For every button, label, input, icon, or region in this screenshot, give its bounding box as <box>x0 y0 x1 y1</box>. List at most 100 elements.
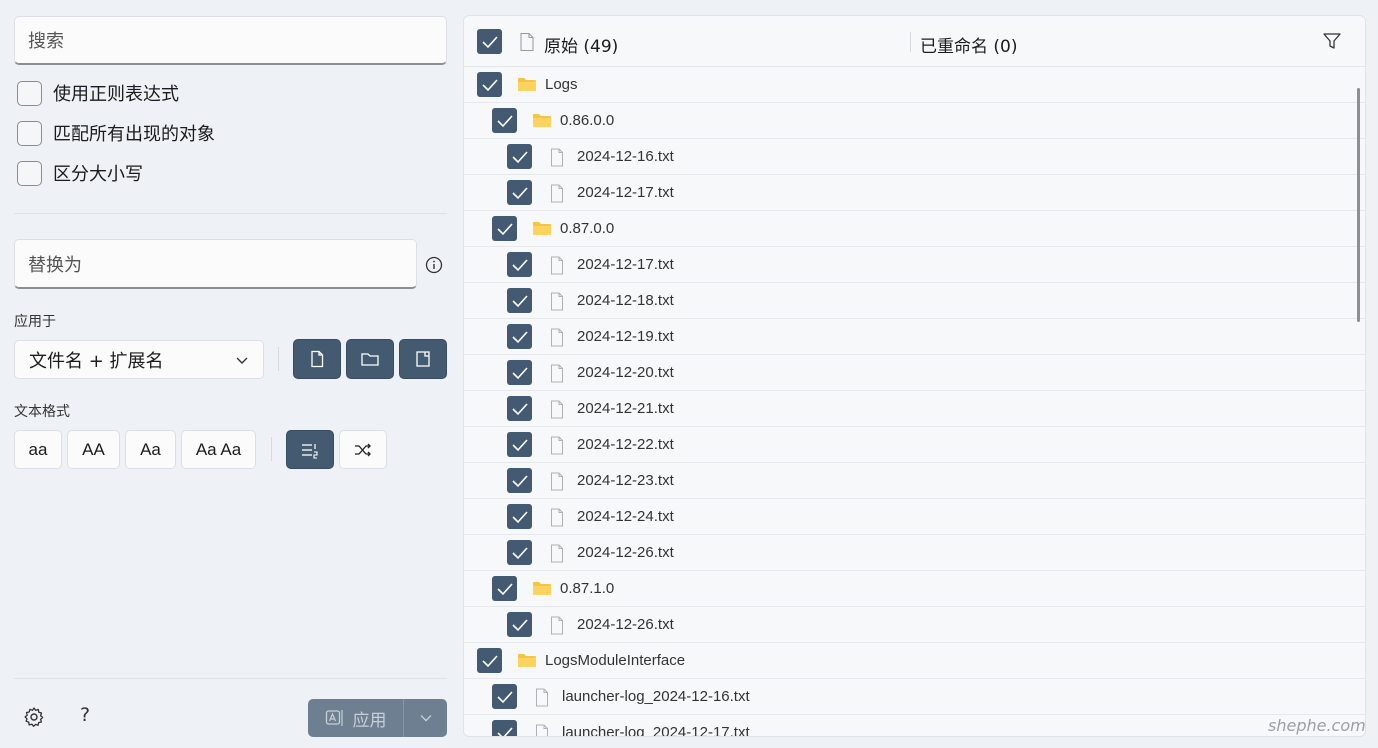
folder-icon <box>532 220 552 241</box>
text-format-label: 文本格式 <box>14 404 70 420</box>
row-checkbox[interactable] <box>507 324 532 349</box>
row-name: 2024-12-17.txt <box>577 256 674 273</box>
gear-icon[interactable] <box>23 706 45 728</box>
checkmark-icon <box>496 114 513 127</box>
file-row[interactable]: 2024-12-22.txt <box>464 427 1365 463</box>
row-checkbox[interactable] <box>477 72 502 97</box>
watermark: shephe.com <box>1268 716 1366 735</box>
search-input[interactable]: 搜索 <box>14 16 447 65</box>
sentence-case-button[interactable]: Aa <box>125 430 176 469</box>
file-row[interactable]: 2024-12-24.txt <box>464 499 1365 535</box>
checkmark-icon <box>511 438 528 451</box>
checkmark-icon <box>511 510 528 523</box>
option-case-sensitive[interactable]: 区分大小写 <box>17 160 143 186</box>
row-name: 0.87.0.0 <box>560 220 615 237</box>
file-row[interactable]: launcher-log_2024-12-17.txt <box>464 715 1365 736</box>
filter-icon[interactable] <box>1322 31 1342 51</box>
row-checkbox[interactable] <box>477 648 502 673</box>
file-row[interactable]: launcher-log_2024-12-16.txt <box>464 679 1365 715</box>
match-all-label: 匹配所有出现的对象 <box>53 124 215 145</box>
file-icon <box>550 184 564 208</box>
row-checkbox[interactable] <box>507 432 532 457</box>
row-name: 2024-12-23.txt <box>577 472 674 489</box>
title-case-button[interactable]: Aa Aa <box>181 430 256 469</box>
folder-row[interactable]: 0.87.1.0 <box>464 571 1365 607</box>
row-checkbox[interactable] <box>507 396 532 421</box>
file-row[interactable]: 2024-12-26.txt <box>464 535 1365 571</box>
checkmark-icon <box>511 618 528 631</box>
row-checkbox[interactable] <box>507 288 532 313</box>
row-checkbox[interactable] <box>507 252 532 277</box>
folder-icon <box>361 353 379 366</box>
apply-to-select[interactable]: 文件名 + 扩展名 <box>14 340 264 379</box>
file-icon <box>550 256 564 280</box>
match-all-checkbox[interactable] <box>17 120 42 146</box>
rename-icon <box>325 710 343 726</box>
separator <box>278 347 279 371</box>
randomize-button[interactable] <box>339 430 387 469</box>
file-scope-button[interactable] <box>293 339 341 379</box>
folder-row[interactable]: 0.87.0.0 <box>464 211 1365 247</box>
row-checkbox[interactable] <box>507 468 532 493</box>
row-checkbox[interactable] <box>507 504 532 529</box>
file-icon <box>550 436 564 460</box>
enumerate-button[interactable] <box>286 430 334 469</box>
file-row[interactable]: 2024-12-16.txt <box>464 139 1365 175</box>
folder-row[interactable]: Logs <box>464 67 1365 103</box>
scrollbar[interactable] <box>1357 88 1360 322</box>
file-row[interactable]: 2024-12-17.txt <box>464 175 1365 211</box>
checkmark-icon <box>511 366 528 379</box>
list-header: 原始 (49) 已重命名 (0) <box>464 16 1365 67</box>
file-row[interactable]: 2024-12-21.txt <box>464 391 1365 427</box>
replace-input[interactable]: 替换为 <box>14 239 417 289</box>
folder-icon <box>532 112 552 133</box>
row-checkbox[interactable] <box>492 216 517 241</box>
row-name: 2024-12-16.txt <box>577 148 674 165</box>
checkmark-icon <box>511 546 528 559</box>
original-column-header[interactable]: 原始 (49) <box>544 32 618 57</box>
subfolder-scope-button[interactable] <box>399 339 447 379</box>
select-all-checkbox[interactable] <box>477 29 502 54</box>
row-checkbox[interactable] <box>507 612 532 637</box>
folder-scope-button[interactable] <box>346 339 394 379</box>
help-icon[interactable]: ? <box>80 704 90 726</box>
checkmark-icon <box>511 150 528 163</box>
apply-dropdown-button[interactable] <box>404 699 447 737</box>
row-name: 0.87.1.0 <box>560 580 615 597</box>
row-checkbox[interactable] <box>492 684 517 709</box>
file-row[interactable]: 2024-12-19.txt <box>464 319 1365 355</box>
row-name: 0.86.0.0 <box>560 112 615 129</box>
option-match-all[interactable]: 匹配所有出现的对象 <box>17 120 215 146</box>
row-name: 2024-12-20.txt <box>577 364 674 381</box>
row-checkbox[interactable] <box>492 576 517 601</box>
regex-checkbox[interactable] <box>17 80 42 106</box>
folder-row[interactable]: 0.86.0.0 <box>464 103 1365 139</box>
info-icon[interactable] <box>425 256 443 274</box>
chevron-down-icon <box>236 357 248 364</box>
row-checkbox[interactable] <box>507 180 532 205</box>
file-icon <box>550 400 564 424</box>
file-row[interactable]: 2024-12-26.txt <box>464 607 1365 643</box>
uppercase-button[interactable]: AA <box>67 430 120 469</box>
row-name: 2024-12-18.txt <box>577 292 674 309</box>
row-checkbox[interactable] <box>492 720 517 736</box>
folder-row[interactable]: LogsModuleInterface <box>464 643 1365 679</box>
lowercase-button[interactable]: aa <box>14 430 62 469</box>
renamed-column-header[interactable]: 已重命名 (0) <box>920 32 1017 57</box>
apply-main-button[interactable]: 应用 <box>308 699 403 737</box>
option-regex[interactable]: 使用正则表达式 <box>17 80 179 106</box>
row-checkbox[interactable] <box>507 360 532 385</box>
case-sensitive-checkbox[interactable] <box>17 160 42 186</box>
file-row[interactable]: 2024-12-17.txt <box>464 247 1365 283</box>
chevron-down-icon <box>420 715 431 722</box>
apply-button[interactable]: 应用 <box>308 699 447 737</box>
file-row[interactable]: 2024-12-18.txt <box>464 283 1365 319</box>
row-checkbox[interactable] <box>492 108 517 133</box>
row-checkbox[interactable] <box>507 540 532 565</box>
document-corner-icon <box>416 351 430 367</box>
replace-placeholder: 替换为 <box>28 254 82 276</box>
checkmark-icon <box>481 78 498 91</box>
row-checkbox[interactable] <box>507 144 532 169</box>
file-row[interactable]: 2024-12-20.txt <box>464 355 1365 391</box>
file-row[interactable]: 2024-12-23.txt <box>464 463 1365 499</box>
